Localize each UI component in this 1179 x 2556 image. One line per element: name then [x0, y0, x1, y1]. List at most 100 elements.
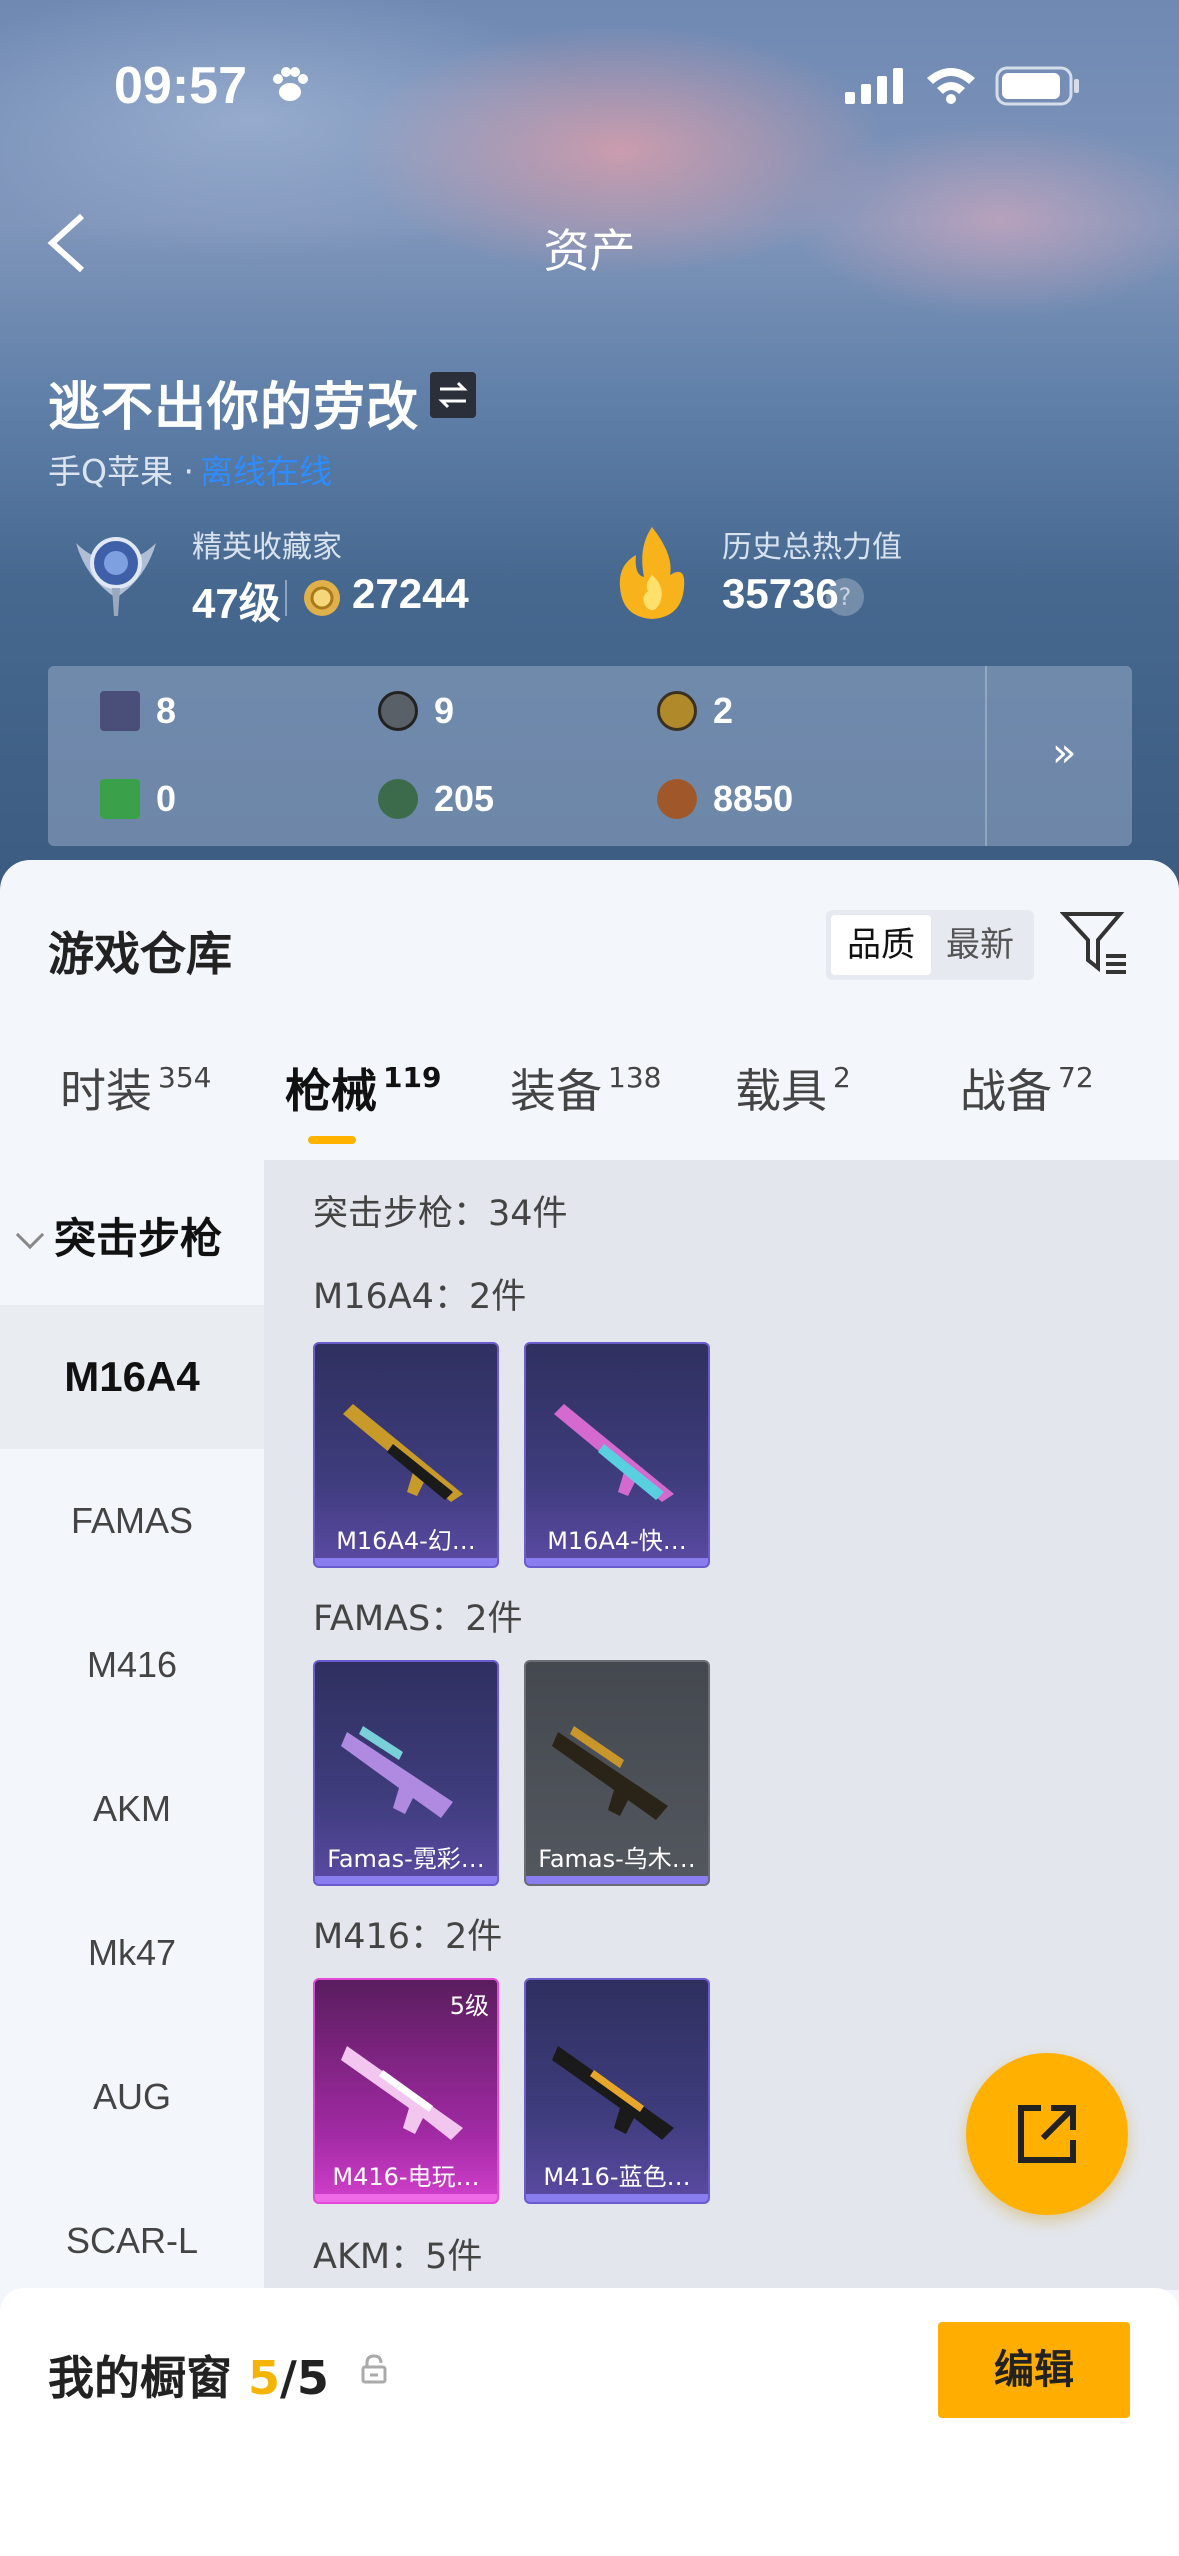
resource-value: 0: [156, 778, 177, 819]
gold-token-icon: [657, 691, 697, 731]
switch-account-icon[interactable]: [430, 372, 476, 418]
tab-firearms[interactable]: 枪械 119: [285, 1055, 441, 1121]
heat-label: 历史总热力值: [722, 530, 902, 565]
sidebar-item-aug[interactable]: AUG: [0, 2076, 264, 2118]
green-ticket-icon: [100, 779, 140, 819]
sidebar-item-m16a4[interactable]: M16A4: [0, 1305, 264, 1449]
lock-icon: [361, 2354, 387, 2384]
page-title: 资产: [543, 224, 636, 278]
warehouse-title: 游戏仓库: [48, 927, 232, 981]
resource-item: 8: [100, 690, 176, 732]
rifle-icon: [552, 2046, 674, 2140]
weapon-card[interactable]: Famas-霓彩…: [313, 1660, 499, 1886]
category-header[interactable]: 突击步枪: [15, 1205, 223, 1266]
rifle-icon: [341, 2046, 463, 2140]
category-label: 突击步枪: [54, 1214, 223, 1263]
sort-newest-button[interactable]: 最新: [930, 915, 1030, 975]
weapon-card[interactable]: 5级 M416-电玩…: [313, 1978, 499, 2204]
share-icon: [1018, 2105, 1076, 2163]
tab-count: 72: [1058, 1061, 1094, 1094]
collection-points: 27244: [352, 570, 469, 617]
active-tab-indicator: [308, 1136, 356, 1144]
tab-label: 装备: [510, 1064, 602, 1118]
flame-icon: [619, 527, 685, 619]
weapon-name: M16A4-快…: [547, 1527, 687, 1555]
weapon-name: M16A4-幻…: [336, 1527, 476, 1555]
resource-value: 8850: [713, 778, 794, 819]
resource-panel: [48, 666, 1132, 846]
category-tabs: 时装 354 枪械 119 装备 138 载具 2 战备 72: [0, 1055, 1179, 1155]
weapon-card[interactable]: M416-蓝色…: [524, 1978, 710, 2204]
showcase-total: /5: [280, 2351, 329, 2405]
group-label: AKM：5件: [313, 2237, 483, 2277]
resource-value: 2: [713, 690, 734, 731]
bronze-coin-icon: [657, 779, 697, 819]
rarity-bar: [526, 1876, 708, 1884]
silver-coin-icon: [378, 691, 418, 731]
resource-value: 205: [434, 778, 495, 819]
tab-label: 载具: [735, 1064, 827, 1118]
online-status: 离线在线: [199, 452, 332, 491]
rarity-bar: [526, 1558, 708, 1566]
tab-label: 战备: [960, 1064, 1052, 1118]
weapon-name: M416-蓝色…: [543, 2163, 691, 2191]
tab-gear[interactable]: 战备 72: [960, 1055, 1094, 1121]
showcase-label: 我的橱窗 5/5: [48, 2342, 329, 2408]
weapon-card[interactable]: M16A4-快…: [524, 1342, 710, 1568]
platform-label: 手Q苹果 ·: [48, 452, 194, 491]
jade-orb-icon: [378, 779, 418, 819]
rifle-icon: [554, 1404, 674, 1502]
card-icon: [100, 691, 140, 731]
filter-icon[interactable]: [1060, 910, 1130, 976]
weapon-card[interactable]: Famas-乌木…: [524, 1660, 710, 1886]
resource-value: 9: [434, 690, 455, 731]
divider: [285, 580, 287, 616]
resource-item: 8850: [657, 778, 793, 820]
wifi-icon: [927, 68, 975, 104]
resource-value: 8: [156, 690, 177, 731]
tab-equipment[interactable]: 装备 138: [510, 1055, 661, 1121]
edit-button[interactable]: 编辑: [938, 2322, 1130, 2418]
sidebar-item-akm[interactable]: AKM: [0, 1788, 264, 1830]
weapon-card[interactable]: M16A4-幻…: [313, 1342, 499, 1568]
player-nickname: 逃不出你的劳改: [48, 378, 420, 438]
rarity-bar: [315, 1876, 497, 1884]
player-level: 47级: [192, 580, 281, 627]
weapon-name: Famas-霓彩…: [327, 1845, 485, 1873]
sidebar-item-famas[interactable]: FAMAS: [0, 1500, 264, 1542]
clock: 09:57: [114, 57, 247, 115]
showcase-current: 5: [248, 2351, 281, 2405]
rarity-bar: [315, 2194, 497, 2202]
tab-label: 时装: [60, 1064, 152, 1118]
platform-info: 手Q苹果 · 离线在线: [48, 445, 332, 493]
rifle-icon: [343, 1404, 463, 1502]
weapon-name: Famas-乌木…: [538, 1845, 696, 1873]
sort-quality-button[interactable]: 品质: [831, 915, 931, 975]
chevron-down-icon: [15, 1220, 45, 1250]
collection-coin-icon: [304, 580, 340, 616]
group-label: FAMAS：2件: [313, 1599, 523, 1639]
share-button[interactable]: [966, 2053, 1128, 2215]
collector-badge-icon: [76, 537, 156, 616]
tab-count: 354: [158, 1061, 212, 1094]
paw-icon: [273, 67, 308, 101]
battery-icon: [995, 66, 1079, 106]
expand-resources-icon[interactable]: »: [1052, 730, 1076, 776]
sidebar-item-mk47[interactable]: Mk47: [0, 1932, 264, 1974]
tab-outfits[interactable]: 时装 354: [60, 1055, 211, 1121]
resource-item: 2: [657, 690, 733, 732]
resource-item: 9: [378, 690, 454, 732]
skin-level-badge: 5级: [449, 1992, 489, 2020]
tab-vehicles[interactable]: 载具 2: [735, 1055, 851, 1121]
resource-item: 205: [378, 778, 494, 820]
tab-count: 2: [833, 1061, 851, 1094]
sidebar-item-scar-l[interactable]: SCAR-L: [0, 2220, 264, 2262]
sort-toggle: 品质 最新: [826, 910, 1034, 980]
weapon-name: M416-电玩…: [332, 2163, 480, 2191]
group-label: M16A4：2件: [313, 1277, 527, 1317]
divider: [985, 666, 987, 846]
rarity-bar: [315, 1558, 497, 1566]
heat-value: 35736: [722, 570, 839, 617]
sidebar-item-m416[interactable]: M416: [0, 1644, 264, 1686]
help-icon[interactable]: ?: [826, 578, 864, 616]
